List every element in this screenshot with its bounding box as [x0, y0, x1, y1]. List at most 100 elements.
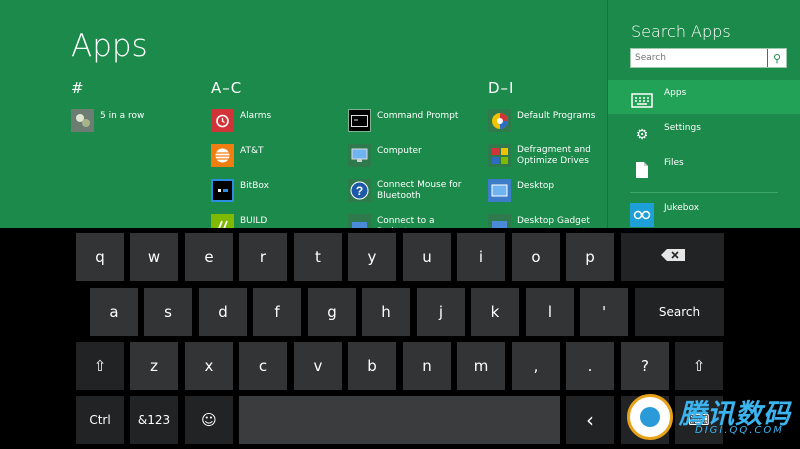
key-shift-right[interactable]: ⇧ [675, 342, 723, 390]
key-m[interactable]: m [457, 342, 505, 390]
key-q[interactable]: q [76, 233, 124, 281]
desktop-icon [488, 179, 511, 202]
scope-files[interactable]: Files [608, 150, 800, 184]
bitbox-icon [211, 179, 234, 202]
key-i[interactable]: i [457, 233, 505, 281]
app-label: Desktop Gadget [517, 216, 590, 226]
app-alarms[interactable]: Alarms [211, 109, 332, 135]
key-g[interactable]: g [308, 288, 356, 336]
keyboard-icon [630, 88, 654, 112]
key-ctrl[interactable]: Ctrl [76, 396, 124, 444]
key-c[interactable]: c [239, 342, 287, 390]
document-icon [630, 158, 654, 182]
key-d[interactable]: d [199, 288, 247, 336]
search-button[interactable]: ⚲ [767, 49, 786, 67]
app-label: Desktop [517, 181, 555, 191]
key-x[interactable]: x [185, 342, 233, 390]
app-label: Command Prompt [377, 111, 459, 121]
key-j[interactable]: j [417, 288, 465, 336]
search-icon: ⚲ [772, 51, 782, 65]
computer-icon [348, 144, 371, 167]
app-bitbox[interactable]: BitBox [211, 179, 332, 205]
app-label: Default Programs [517, 111, 596, 121]
key-shift-left[interactable]: ⇧ [76, 342, 124, 390]
app-build[interactable]: BUILD [211, 214, 332, 228]
app-defragment[interactable]: Defragment and Optimize Drives [488, 144, 607, 170]
key-space[interactable] [239, 396, 560, 444]
app-default-programs[interactable]: Default Programs [488, 109, 607, 135]
key-r[interactable]: r [239, 233, 287, 281]
app-connect-mouse-bluetooth[interactable]: ? Connect Mouse for Bluetooth [348, 179, 469, 205]
desktop-gadget-icon [488, 214, 511, 228]
key-f[interactable]: f [253, 288, 301, 336]
backspace-icon [660, 248, 686, 266]
key-b[interactable]: b [348, 342, 396, 390]
scope-label: Jukebox [664, 203, 700, 213]
scope-settings[interactable]: ⚙ Settings [608, 115, 800, 149]
svg-text:?: ? [356, 184, 363, 198]
key-w[interactable]: w [130, 233, 178, 281]
search-input[interactable] [631, 49, 767, 67]
key-symbols[interactable]: &123 [130, 396, 178, 444]
group-header-d-i: D–I [488, 79, 515, 97]
app-label: Connect to a Projector [377, 216, 435, 228]
key-z[interactable]: z [130, 342, 178, 390]
app-label: BitBox [240, 181, 269, 191]
key-period[interactable]: . [566, 342, 614, 390]
key-keyboard-options[interactable]: ⌨ [675, 396, 723, 444]
app-label: AT&T [240, 146, 264, 156]
app-label: Alarms [240, 111, 272, 121]
app-desktop-gadget[interactable]: Desktop Gadget [488, 214, 607, 228]
app-five-in-a-row[interactable]: 5 in a row [71, 109, 192, 135]
key-h[interactable]: h [362, 288, 410, 336]
app-label: Computer [377, 146, 422, 156]
defragment-icon [488, 144, 511, 167]
charm-divider [630, 192, 778, 193]
scope-label: Apps [664, 88, 687, 98]
key-arrow-right[interactable]: › [621, 396, 669, 444]
app-label: Connect Mouse for Bluetooth [377, 180, 462, 201]
page-title: Apps [71, 28, 148, 64]
key-y[interactable]: y [348, 233, 396, 281]
key-v[interactable]: v [294, 342, 342, 390]
default-programs-icon [488, 109, 511, 132]
key-emoji[interactable]: ☺ [185, 396, 233, 444]
key-arrow-left[interactable]: ‹ [566, 396, 614, 444]
key-search[interactable]: Search [635, 288, 724, 336]
app-jukebox[interactable]: Jukebox [608, 198, 800, 228]
search-charm: Search Apps ⚲ Apps ⚙ Settings Files Juke… [607, 0, 800, 228]
app-connect-projector[interactable]: Connect to a Projector [348, 214, 469, 228]
group-header-a-c: A–C [211, 79, 243, 97]
alarm-clock-icon [211, 109, 234, 132]
key-backspace[interactable] [621, 233, 724, 281]
key-apostrophe[interactable]: ' [580, 288, 628, 336]
app-label: Defragment and Optimize Drives [517, 145, 591, 166]
key-t[interactable]: t [294, 233, 342, 281]
key-o[interactable]: o [512, 233, 560, 281]
app-command-prompt[interactable]: Command Prompt [348, 109, 469, 135]
key-n[interactable]: n [403, 342, 451, 390]
key-u[interactable]: u [403, 233, 451, 281]
command-prompt-icon [348, 109, 371, 132]
charm-title: Search Apps [631, 22, 731, 41]
key-a[interactable]: a [90, 288, 138, 336]
build-icon [211, 214, 234, 228]
key-k[interactable]: k [471, 288, 519, 336]
touch-keyboard: q w e r t y u i o p a s d f g h j k l ' … [0, 228, 800, 449]
search-box: ⚲ [630, 48, 787, 68]
app-computer[interactable]: Computer [348, 144, 469, 170]
five-in-a-row-icon [71, 109, 94, 132]
scope-apps[interactable]: Apps [608, 80, 800, 114]
app-desktop[interactable]: Desktop [488, 179, 607, 205]
projector-icon [348, 214, 371, 228]
app-label: 5 in a row [100, 111, 145, 121]
app-att[interactable]: AT&T [211, 144, 332, 170]
key-comma[interactable]: , [512, 342, 560, 390]
key-e[interactable]: e [185, 233, 233, 281]
key-s[interactable]: s [144, 288, 192, 336]
key-question[interactable]: ? [621, 342, 669, 390]
apps-view: Apps # A–C D–I 5 in a row Alarms AT&T Bi… [0, 0, 607, 228]
key-l[interactable]: l [526, 288, 574, 336]
key-p[interactable]: p [566, 233, 614, 281]
scope-label: Settings [664, 123, 701, 133]
